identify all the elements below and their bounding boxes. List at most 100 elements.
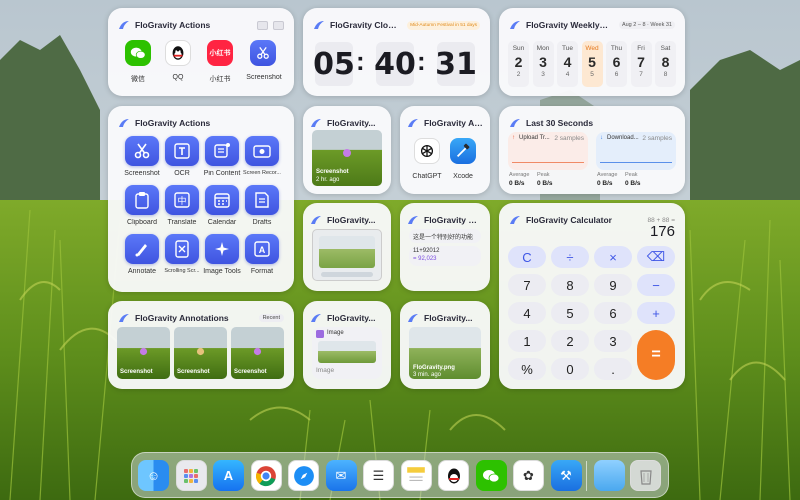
recent-screenshot-widget: FloGravity... Screenshot 2 hr. ago [303, 106, 391, 194]
key-5-button[interactable]: 5 [551, 302, 589, 324]
dock-folder[interactable] [594, 460, 625, 491]
flogravity-logo-icon [408, 314, 418, 322]
pasted-preview [318, 341, 376, 363]
xcode-icon [456, 143, 470, 158]
chatgpt-app-tile[interactable] [414, 138, 440, 164]
pinned-thumbnail[interactable] [312, 229, 382, 281]
dock-qq[interactable] [438, 460, 469, 491]
key-1-button[interactable]: 1 [508, 330, 546, 352]
dock-chatgpt[interactable]: ✿ [513, 460, 544, 491]
action-pin-content-button[interactable] [205, 136, 239, 166]
dock-reminders[interactable]: ☰ [363, 460, 394, 491]
key-7-button[interactable]: 7 [508, 274, 546, 296]
key-divide-button[interactable]: ÷ [551, 246, 589, 268]
wechat-app-tile[interactable] [125, 40, 151, 66]
draft-note[interactable]: 这是一个特别好的功能 [409, 229, 481, 243]
upload-arrow-icon: ↑ [512, 135, 515, 141]
action-ocr-text-button[interactable] [165, 136, 199, 166]
action-scissors-button[interactable] [125, 136, 159, 166]
key-4-button[interactable]: 4 [508, 302, 546, 324]
xcode-icon: ⚒ [560, 467, 572, 483]
key-6-button[interactable]: 6 [594, 302, 632, 324]
day-date: 5 [588, 54, 596, 70]
dock-notes[interactable] [400, 460, 432, 491]
day-name: Sat [660, 45, 671, 52]
annotation-thumbnail[interactable]: Screenshot [117, 327, 170, 379]
xiaohongshu-app-tile[interactable]: 小红书 [207, 40, 233, 66]
file-thumbnail[interactable]: FloGravity.png 3 min. ago [409, 327, 481, 379]
action-translate-button[interactable]: 中 [165, 185, 199, 215]
draft-calc-note[interactable]: 11+92012 = 92,023 [409, 246, 481, 266]
app-label: 微信 [131, 76, 145, 83]
dock-safari[interactable] [288, 460, 319, 491]
annotate-brush-icon [135, 244, 147, 257]
key-8-button[interactable]: 8 [551, 274, 589, 296]
key-plus-button[interactable]: + [637, 302, 675, 324]
xcode-app-tile[interactable] [450, 138, 476, 164]
screenshot-thumbnail[interactable]: Screenshot 2 hr. ago [312, 130, 382, 186]
action-clipboard-button[interactable] [125, 185, 159, 215]
dock-app-store[interactable]: A [213, 460, 244, 491]
keyboard-icon[interactable] [257, 20, 268, 30]
download-average-value: 0 B/s [597, 180, 613, 187]
key-multiply-button[interactable]: × [594, 246, 632, 268]
flower-marker-icon [253, 347, 262, 356]
annotation-thumbnail[interactable]: Screenshot [174, 327, 227, 379]
action-drafts-button[interactable] [245, 185, 279, 215]
dock-chrome[interactable] [250, 460, 282, 491]
image-tools-icon [215, 242, 229, 256]
qq-app-tile[interactable] [165, 40, 191, 66]
day-cell[interactable]: Thu 6 6 [606, 41, 627, 87]
widget-title: FloGravity Clock [330, 20, 398, 30]
key-9-button[interactable]: 9 [594, 274, 632, 296]
dock-wechat[interactable] [475, 460, 507, 491]
network-monitor-widget: Last 30 Seconds ↑ Upload Tr... 2 samples… [499, 106, 685, 194]
day-cell[interactable]: Mon 3 3 [532, 41, 554, 87]
widget-title: FloGravity... [327, 118, 376, 128]
action-image-tools-button[interactable] [205, 234, 239, 264]
widget-title: FloGravity Weekly Calendar [526, 20, 609, 30]
recent-badge[interactable]: Recent [258, 314, 284, 322]
day-cell[interactable]: Sun 2 2 [508, 41, 529, 87]
action-screen-record-button[interactable] [245, 136, 279, 166]
download-peak-value: 0 B/s [625, 180, 641, 187]
clock-minutes: 40 [374, 42, 416, 86]
pasted-image-widget: FloGravity... Image Image [303, 301, 391, 389]
action-annotate-brush-button[interactable] [125, 234, 159, 264]
app-label: 小红书 [209, 76, 231, 83]
day-cell[interactable]: Tue 4 4 [557, 41, 578, 87]
annotation-thumbnail[interactable]: Screenshot [231, 327, 284, 379]
key-percent-button[interactable]: % [508, 358, 546, 380]
day-secondary: 5 [590, 71, 594, 78]
day-date: 6 [612, 54, 621, 70]
dock-finder[interactable]: ☺ [138, 460, 169, 491]
dock-launchpad[interactable] [175, 460, 207, 491]
action-scrolling-screenshot-button[interactable] [165, 234, 199, 264]
key-0-button[interactable]: 0 [551, 358, 589, 380]
day-secondary: 6 [614, 71, 619, 78]
dock-mail[interactable]: ✉ [325, 460, 357, 491]
pasted-card[interactable]: Image Image [312, 327, 382, 379]
dock-xcode[interactable]: ⚒ [550, 460, 582, 491]
day-cell[interactable]: Fri 7 7 [630, 41, 652, 87]
pinned-screenshot-widget: FloGravity... [303, 203, 391, 291]
action-format-button[interactable]: A [245, 234, 279, 264]
chatgpt-icon [420, 144, 434, 158]
key-minus-button[interactable]: − [637, 274, 675, 296]
day-name: Sun [512, 45, 525, 52]
grid-icon[interactable] [273, 20, 284, 30]
key-clear-button[interactable]: C [508, 246, 546, 268]
day-cell[interactable]: Sat 8 8 [655, 41, 676, 87]
dock-trash[interactable] [630, 460, 661, 491]
key-backspace-button[interactable]: ⌫ [637, 246, 675, 268]
day-cell[interactable]: Wed 5 5 [581, 41, 603, 87]
key-3-button[interactable]: 3 [594, 330, 632, 352]
key-2-button[interactable]: 2 [551, 330, 589, 352]
screenshot-app-tile[interactable] [250, 40, 276, 66]
thumbnail-caption: Screenshot [177, 369, 210, 375]
flogravity-logo-icon [510, 21, 520, 29]
key-decimal-button[interactable]: . [594, 358, 632, 380]
action-calendar-button[interactable] [205, 185, 239, 215]
equals-button[interactable]: = [637, 330, 675, 380]
action-label: Screen Recor... [243, 170, 281, 176]
